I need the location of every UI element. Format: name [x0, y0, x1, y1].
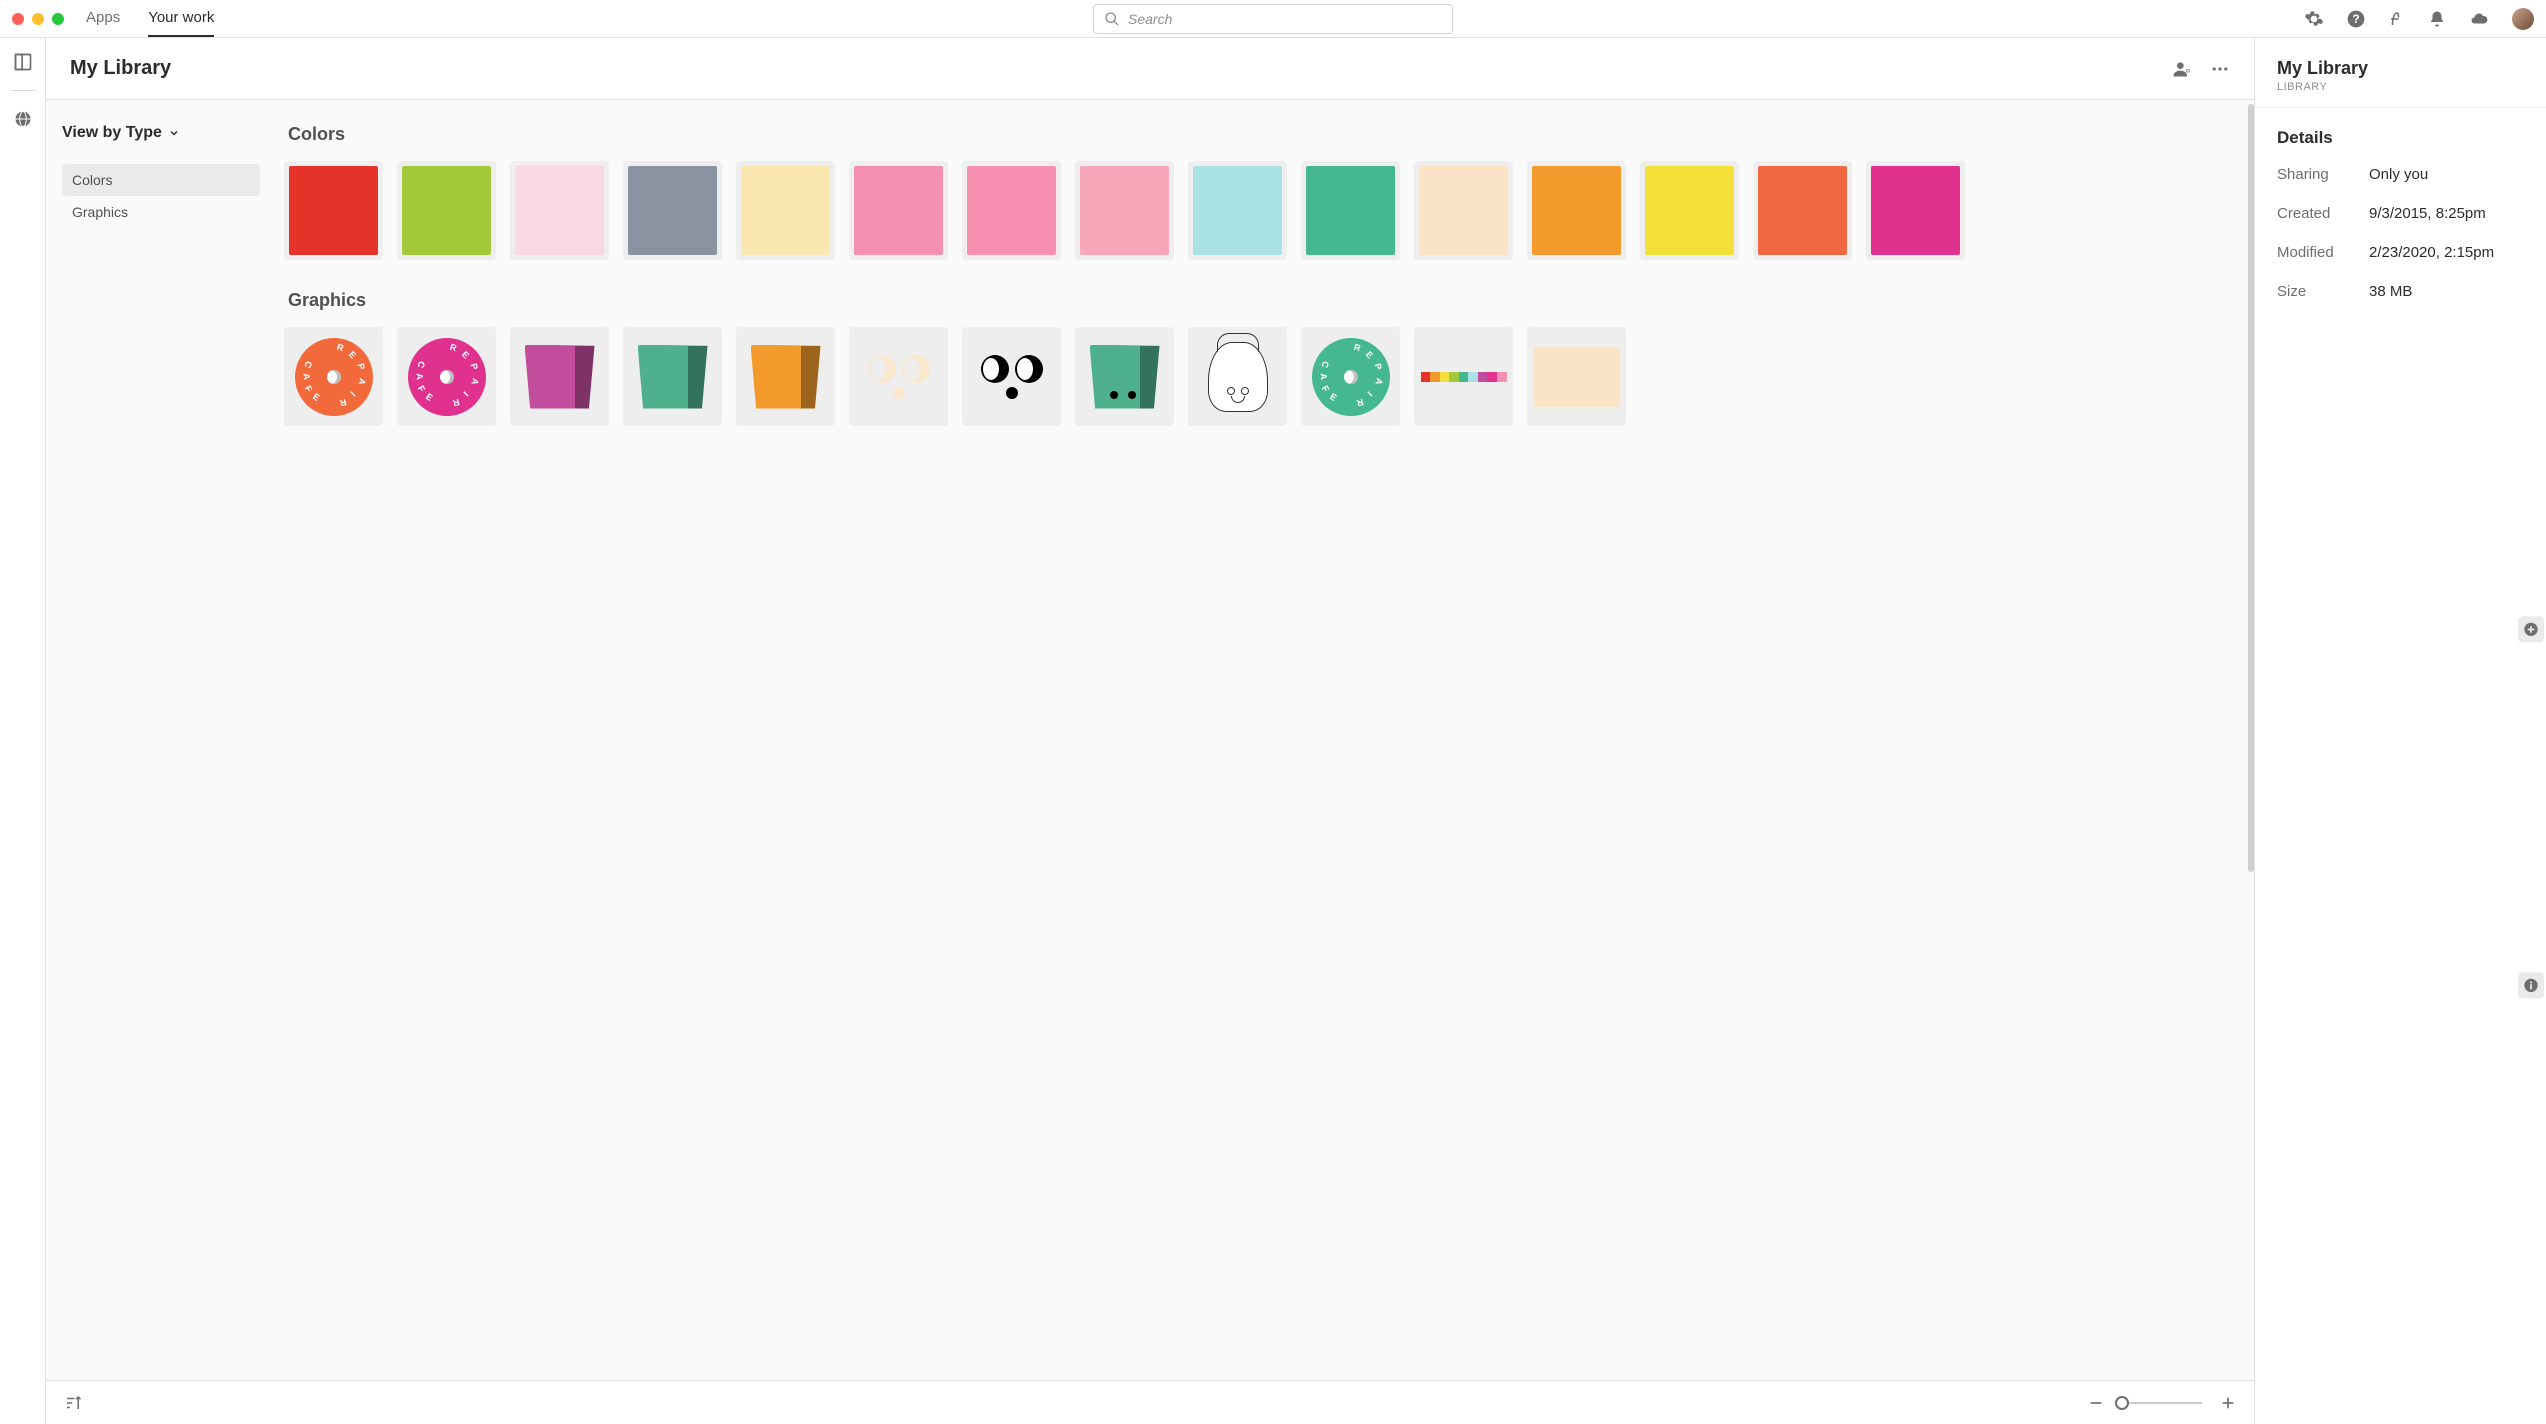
user-avatar[interactable] — [2512, 8, 2534, 30]
libraries-icon[interactable] — [13, 52, 33, 72]
content-area: Colors Graphics REPAIRCAFEREPAIRCAFEREPA… — [276, 100, 2254, 1380]
sort-icon[interactable] — [64, 1394, 82, 1412]
top-right-actions: ? — [2304, 8, 2534, 30]
cloud-icon[interactable] — [2468, 10, 2490, 28]
color-swatch[interactable] — [736, 161, 835, 260]
graphic-item[interactable] — [849, 327, 948, 426]
left-rail — [0, 38, 46, 1424]
details-heading: Details — [2277, 128, 2524, 148]
color-swatch[interactable] — [962, 161, 1061, 260]
graphic-item[interactable] — [510, 327, 609, 426]
modified-value: 2/23/2020, 2:15pm — [2369, 244, 2524, 261]
center-column: My Library View by Type Colo — [46, 38, 2254, 1424]
add-button[interactable] — [2518, 616, 2544, 642]
window-controls — [12, 13, 64, 25]
color-swatch[interactable] — [1414, 161, 1513, 260]
category-colors[interactable]: Colors — [62, 164, 260, 196]
sharing-value: Only you — [2369, 166, 2524, 183]
color-swatch[interactable] — [510, 161, 609, 260]
invite-icon[interactable] — [2172, 59, 2192, 79]
modified-label: Modified — [2277, 244, 2369, 261]
category-graphics[interactable]: Graphics — [62, 196, 260, 228]
more-icon[interactable] — [2210, 59, 2230, 79]
view-by-dropdown[interactable]: View by Type — [62, 124, 260, 142]
maximize-window-icon[interactable] — [52, 13, 64, 25]
graphics-section-title: Graphics — [288, 290, 2234, 311]
tab-your-work[interactable]: Your work — [148, 0, 214, 37]
graphic-item[interactable]: REPAIRCAFE — [284, 327, 383, 426]
color-swatch[interactable] — [397, 161, 496, 260]
graphic-item[interactable]: REPAIRCAFE — [397, 327, 496, 426]
colors-section-title: Colors — [288, 124, 2234, 145]
settings-icon[interactable] — [2304, 9, 2324, 29]
color-swatch[interactable] — [1866, 161, 1965, 260]
search-input[interactable] — [1128, 11, 1442, 27]
graphic-item[interactable] — [1527, 327, 1626, 426]
created-label: Created — [2277, 205, 2369, 222]
color-swatch[interactable] — [1075, 161, 1174, 260]
details-title: My Library — [2277, 58, 2524, 79]
details-subtitle: LIBRARY — [2277, 81, 2524, 93]
library-title: My Library — [70, 57, 171, 80]
size-value: 38 MB — [2369, 283, 2524, 300]
fonts-icon[interactable] — [2388, 9, 2406, 29]
svg-text:?: ? — [2352, 13, 2359, 26]
graphic-item[interactable] — [962, 327, 1061, 426]
color-swatch[interactable] — [1301, 161, 1400, 260]
created-value: 9/3/2015, 8:25pm — [2369, 205, 2524, 222]
color-swatch[interactable] — [1640, 161, 1739, 260]
main-row: My Library View by Type Colo — [0, 38, 2546, 1424]
graphic-item[interactable] — [1414, 327, 1513, 426]
library-header: My Library — [46, 38, 2254, 100]
close-window-icon[interactable] — [12, 13, 24, 25]
search-field[interactable] — [1093, 4, 1453, 34]
rail-divider — [11, 90, 35, 91]
edge-buttons — [2516, 616, 2546, 998]
help-icon[interactable]: ? — [2346, 9, 2366, 29]
graphics-grid: REPAIRCAFEREPAIRCAFEREPAIRCAFE — [284, 327, 2234, 426]
size-label: Size — [2277, 283, 2369, 300]
minimize-window-icon[interactable] — [32, 13, 44, 25]
color-swatch[interactable] — [849, 161, 948, 260]
sharing-label: Sharing — [2277, 166, 2369, 183]
search-icon — [1104, 11, 1120, 27]
zoom-out-icon[interactable] — [2088, 1395, 2104, 1411]
graphic-item[interactable] — [623, 327, 722, 426]
center-body: View by Type Colors Graphics Colors Grap… — [46, 100, 2254, 1380]
graphic-item[interactable] — [1188, 327, 1287, 426]
zoom-slider[interactable] — [2122, 1402, 2202, 1404]
top-tabs: Apps Your work — [86, 0, 214, 37]
info-button[interactable] — [2518, 972, 2544, 998]
shared-icon[interactable] — [13, 109, 33, 129]
chevron-down-icon — [168, 127, 180, 139]
color-swatch-grid — [284, 161, 2234, 260]
graphic-item[interactable] — [1075, 327, 1174, 426]
color-swatch[interactable] — [1188, 161, 1287, 260]
view-by-label: View by Type — [62, 124, 162, 142]
details-panel: My Library LIBRARY Details Sharing Only … — [2254, 38, 2546, 1424]
color-swatch[interactable] — [284, 161, 383, 260]
tab-apps[interactable]: Apps — [86, 0, 120, 37]
notifications-icon[interactable] — [2428, 9, 2446, 29]
filter-panel: View by Type Colors Graphics — [46, 100, 276, 1380]
category-list: Colors Graphics — [62, 164, 260, 228]
graphic-item[interactable] — [736, 327, 835, 426]
color-swatch[interactable] — [1527, 161, 1626, 260]
footer-bar — [46, 1380, 2254, 1424]
zoom-in-icon[interactable] — [2220, 1395, 2236, 1411]
top-bar: Apps Your work ? — [0, 0, 2546, 38]
graphic-item[interactable]: REPAIRCAFE — [1301, 327, 1400, 426]
color-swatch[interactable] — [1753, 161, 1852, 260]
color-swatch[interactable] — [623, 161, 722, 260]
